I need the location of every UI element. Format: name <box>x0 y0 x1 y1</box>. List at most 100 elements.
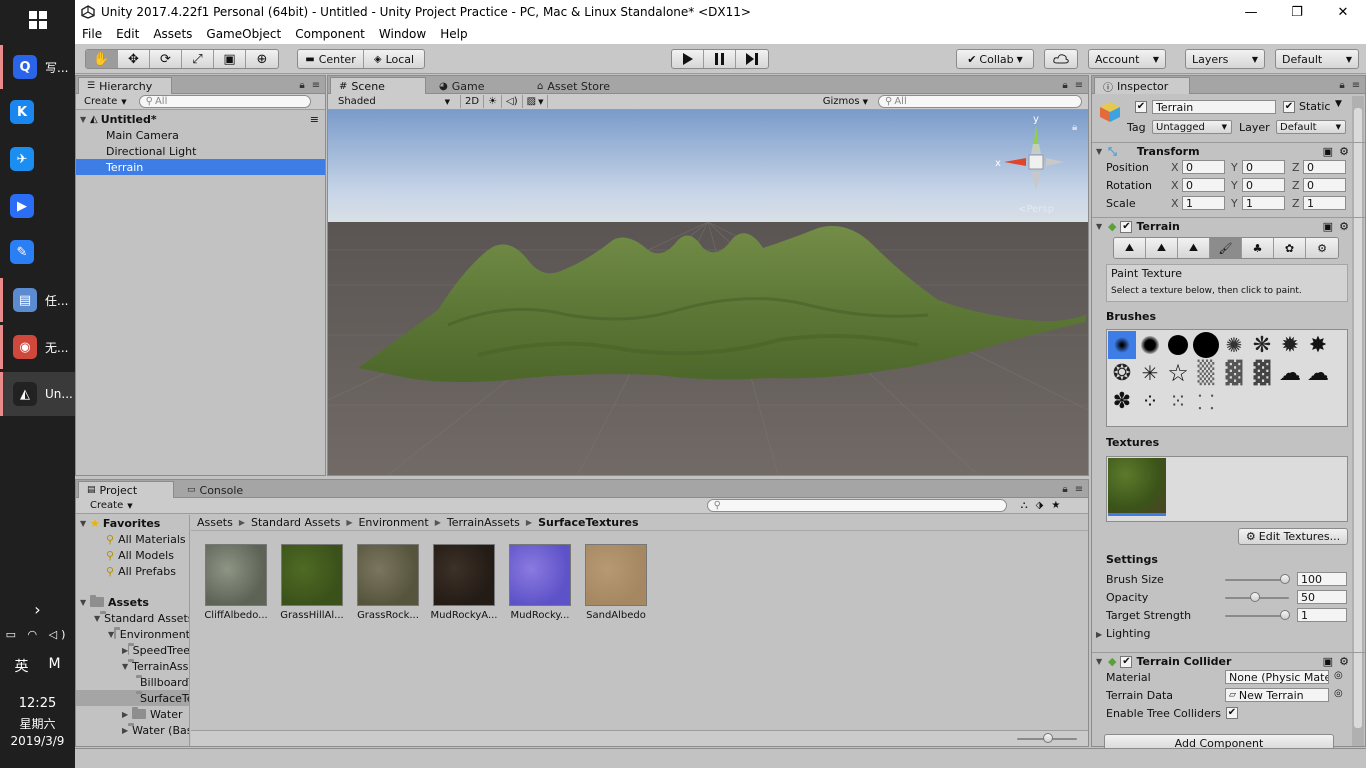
inspector-scrollbar[interactable] <box>1352 96 1364 746</box>
object-picker-icon[interactable]: ◎ <box>1334 670 1343 681</box>
hierarchy-item[interactable]: Main Camera <box>76 127 325 143</box>
folder-tree-item[interactable]: SurfaceTextures <box>76 690 189 706</box>
taskbar-app-7[interactable]: ◭ Un... <box>0 372 75 416</box>
panel-lock-icon[interactable]: 🔒︎ <box>1058 78 1072 92</box>
hierarchy-create-dropdown[interactable]: Create ▼ <box>80 95 131 108</box>
expand-arrow-icon[interactable]: ▼ <box>94 614 100 623</box>
brush-sprinkle-icon[interactable]: ⸬ <box>1192 387 1220 415</box>
brush-splatter-icon[interactable]: ❋ <box>1248 331 1276 359</box>
play-button[interactable] <box>672 50 704 68</box>
lighting-toggle-icon[interactable]: ☀ <box>484 95 503 108</box>
pivot-center-button[interactable]: ▬ Center <box>298 50 364 68</box>
folder-tree-item[interactable]: ▼ Environment <box>76 626 189 642</box>
brush-round-medium-icon[interactable] <box>1164 331 1192 359</box>
restore-button[interactable]: ❐ <box>1274 0 1320 24</box>
brush-scatter-icon[interactable]: ✺ <box>1220 331 1248 359</box>
breadcrumb-item[interactable]: SurfaceTextures <box>538 516 639 529</box>
asset-texture[interactable]: CliffAlbedo... <box>201 544 271 621</box>
brush-star-icon[interactable]: ☆ <box>1164 359 1192 387</box>
favorite-star-icon[interactable]: ★ <box>1047 499 1064 512</box>
favorites-header[interactable]: ▼ ★ Favorites <box>76 515 160 531</box>
setting-value-input[interactable]: 1 <box>1297 608 1347 622</box>
expand-arrow-icon[interactable]: ▶ <box>122 726 128 735</box>
brush-noise-icon[interactable]: ✹ <box>1276 331 1304 359</box>
brush-sparkle-icon[interactable]: ✳ <box>1136 359 1164 387</box>
menu-file[interactable]: File <box>75 27 109 41</box>
pause-button[interactable] <box>704 50 736 68</box>
transform-y-input[interactable]: 1 <box>1242 196 1285 210</box>
transform-z-input[interactable]: 1 <box>1303 196 1346 210</box>
tab-inspector[interactable]: ⓘ Inspector <box>1094 77 1190 94</box>
thumbnail-size-slider[interactable] <box>1043 733 1053 743</box>
tab-console[interactable]: ▭ Console <box>178 481 266 498</box>
terrain-settings-gear-icon[interactable]: ⚙ <box>1306 238 1338 258</box>
terrain-data-field[interactable]: ▱ New Terrain <box>1225 688 1329 702</box>
scene-viewport[interactable]: y x <Persp 🔒︎ <box>328 110 1088 475</box>
move-tool-icon[interactable]: ✥ <box>118 50 150 68</box>
texture-slot-grass[interactable] <box>1108 458 1166 516</box>
transform-x-input[interactable]: 1 <box>1182 196 1225 210</box>
transform-z-input[interactable]: 0 <box>1303 160 1346 174</box>
asset-texture[interactable]: SandAlbedo <box>581 544 651 621</box>
gizmos-dropdown[interactable]: Gizmos ▼ <box>819 95 872 108</box>
favorite-search-item[interactable]: ⚲ All Materials <box>106 531 186 547</box>
close-button[interactable]: ✕ <box>1320 0 1366 24</box>
paint-texture-brush-icon[interactable]: 🖌︎ <box>1210 238 1242 258</box>
menu-assets[interactable]: Assets <box>146 27 199 41</box>
transform-y-input[interactable]: 0 <box>1242 178 1285 192</box>
clock-time[interactable]: 12:25 <box>0 696 75 711</box>
menu-window[interactable]: Window <box>372 27 433 41</box>
transform-z-input[interactable]: 0 <box>1303 178 1346 192</box>
transform-tool-icon[interactable]: ⊕ <box>246 50 278 68</box>
expand-arrow-icon[interactable]: ▼ <box>122 662 128 671</box>
favorite-search-item[interactable]: ⚲ All Prefabs <box>106 563 176 579</box>
layers-dropdown[interactable]: Layers ▼ <box>1185 49 1265 69</box>
ime-mode-indicator[interactable]: M <box>48 656 60 676</box>
taskbar-app-1[interactable]: K <box>0 90 75 134</box>
transform-header[interactable]: ▼ ⤡ Transform ▣ ⚙ <box>1092 142 1365 160</box>
menu-gameobject[interactable]: GameObject <box>199 27 288 41</box>
enable-tree-colliders-checkbox[interactable]: ✔ <box>1226 707 1238 719</box>
tray-network-volume-icons[interactable]: ▭ ◠ ◁) <box>0 628 75 646</box>
folder-tree-item[interactable]: ▼ Standard Assets <box>76 610 189 626</box>
brush-round-small-icon[interactable] <box>1136 331 1164 359</box>
breadcrumb-item[interactable]: TerrainAssets <box>447 516 520 529</box>
breadcrumb-item[interactable]: Standard Assets <box>251 516 340 529</box>
menu-component[interactable]: Component <box>288 27 372 41</box>
tab-game[interactable]: ◕ Game <box>430 77 518 94</box>
project-create-dropdown[interactable]: Create ▼ <box>86 499 137 512</box>
taskbar-expand-chevron-icon[interactable]: › <box>0 600 75 624</box>
pivot-local-button[interactable]: ◈ Local <box>364 50 424 68</box>
smooth-height-icon[interactable]: ⛰︎ <box>1178 238 1210 258</box>
slider-knob[interactable] <box>1280 574 1290 584</box>
step-button[interactable] <box>736 50 768 68</box>
cloud-button[interactable] <box>1044 49 1078 69</box>
brush-soft-round-icon[interactable] <box>1108 331 1136 359</box>
taskbar-app-3[interactable]: ▶ <box>0 184 75 228</box>
windows-start-icon[interactable] <box>0 0 75 40</box>
brush-grass-icon[interactable]: ▒ <box>1192 359 1220 387</box>
hierarchy-item[interactable]: Terrain <box>76 159 325 175</box>
place-trees-icon[interactable]: ♣ <box>1242 238 1274 258</box>
static-checkbox[interactable]: ✔ <box>1283 101 1295 113</box>
asset-texture[interactable]: MudRockyA... <box>429 544 499 621</box>
account-dropdown[interactable]: Account ▼ <box>1088 49 1166 69</box>
project-search-input[interactable]: ⚲ <box>706 499 1007 512</box>
taskbar-app-4[interactable]: ✎ <box>0 230 75 274</box>
rect-tool-icon[interactable]: ▣ <box>214 50 246 68</box>
transform-y-input[interactable]: 0 <box>1242 160 1285 174</box>
tab-scene[interactable]: # Scene <box>330 77 426 94</box>
panel-lock-icon[interactable]: 🔒︎ <box>295 78 309 92</box>
taskbar-app-5[interactable]: ▤ 任... <box>0 278 75 322</box>
taskbar-app-6[interactable]: ◉ 无... <box>0 325 75 369</box>
collider-material-field[interactable]: None (Physic Material) <box>1225 670 1329 684</box>
brush-blot-icon[interactable]: ✸ <box>1304 331 1332 359</box>
edit-textures-button[interactable]: ⚙ Edit Textures... <box>1238 528 1348 545</box>
panel-menu-icon[interactable]: ≡ <box>1072 482 1086 496</box>
terrain-enabled-checkbox[interactable]: ✔ <box>1120 220 1133 233</box>
active-checkbox[interactable]: ✔ <box>1135 101 1147 113</box>
tab-hierarchy[interactable]: ☰ Hierarchy <box>78 77 172 94</box>
brush-smudge-icon[interactable]: ☁ <box>1304 359 1332 387</box>
tag-dropdown[interactable]: Untagged ▼ <box>1152 120 1232 134</box>
brush-cloud-icon[interactable]: ☁ <box>1276 359 1304 387</box>
